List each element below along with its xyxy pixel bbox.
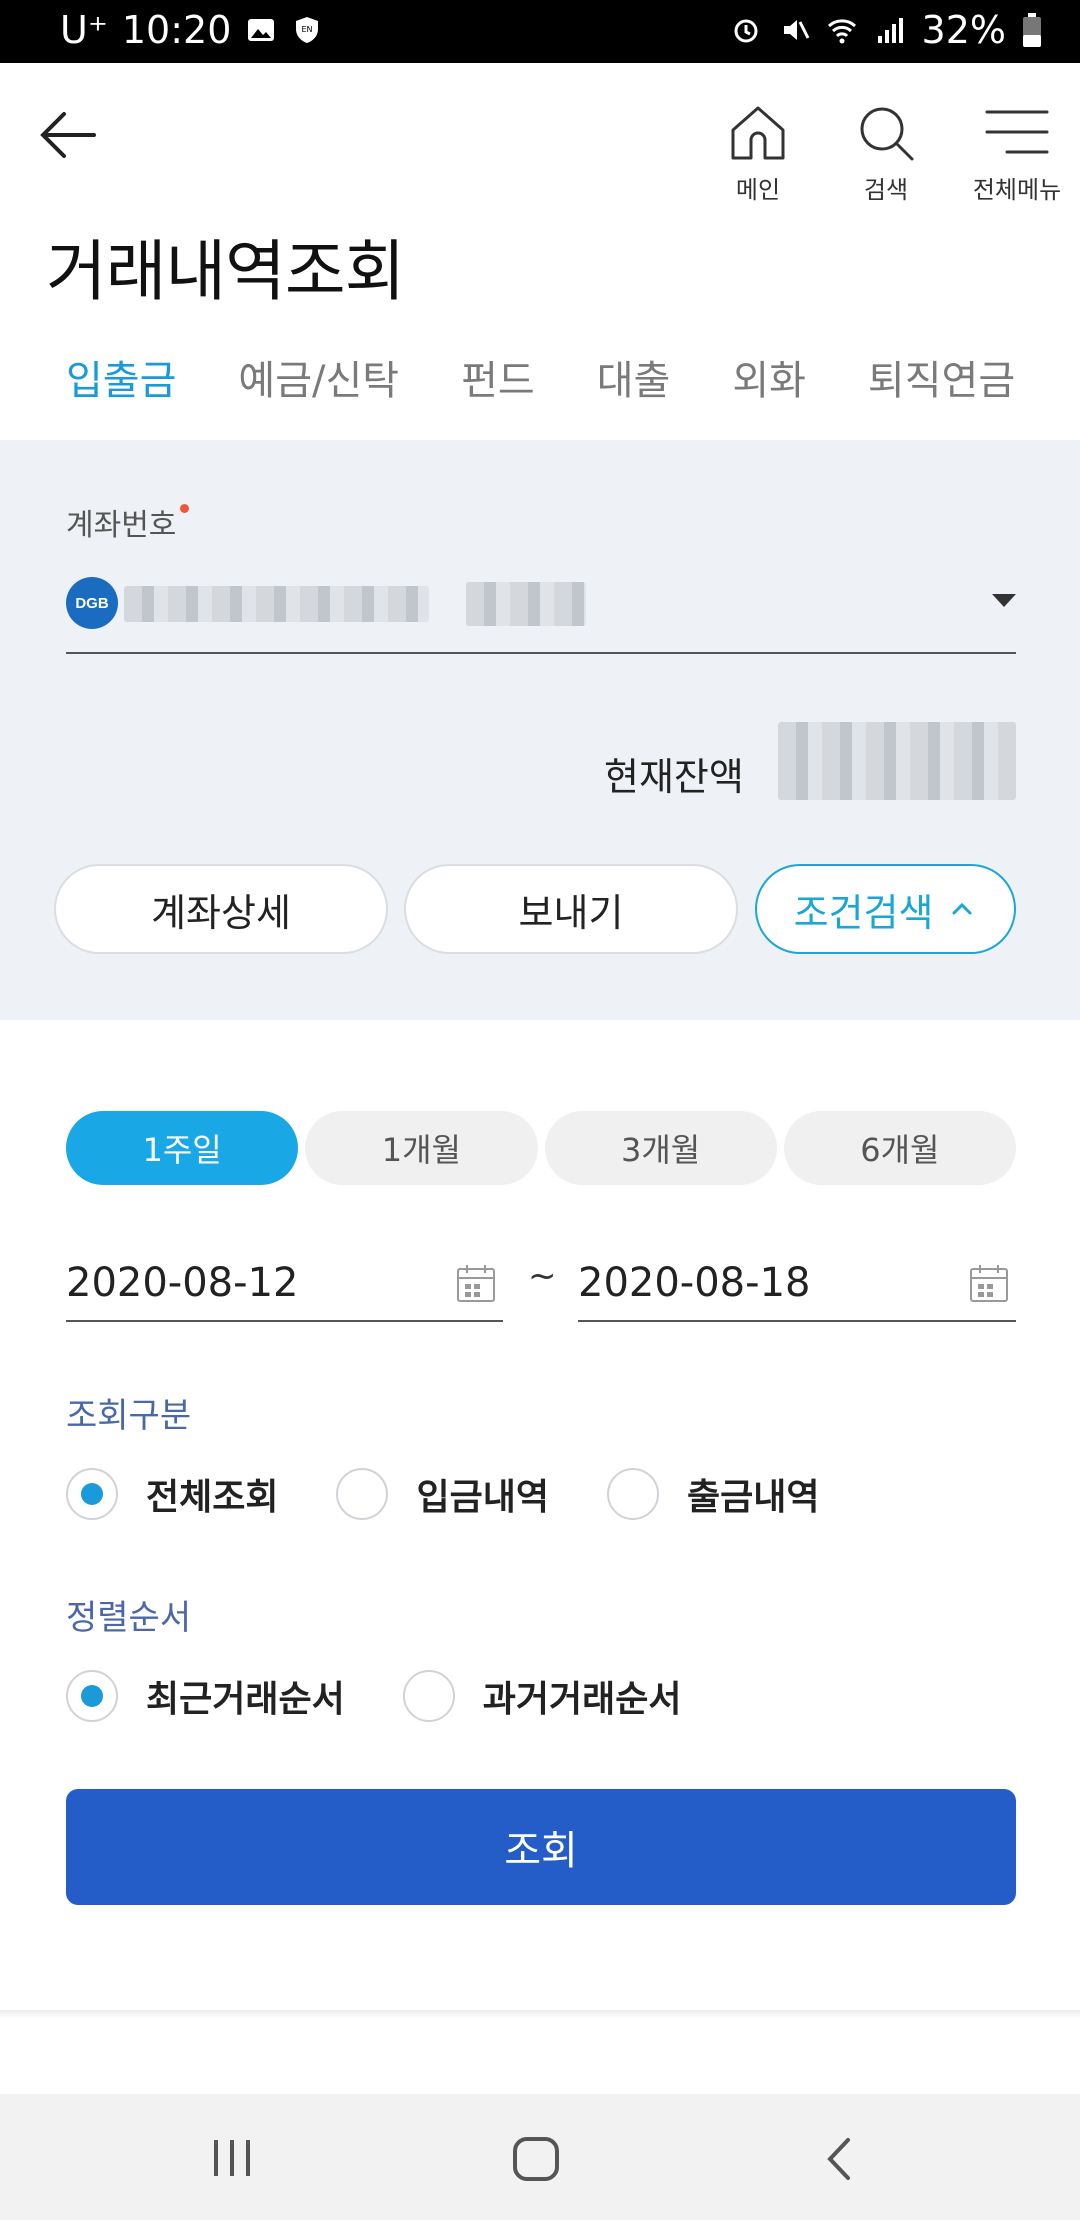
radio-newest-first-label: 최근거래순서 [146, 1679, 345, 1720]
recent-apps-icon[interactable] [210, 2138, 254, 2178]
battery-percent: 32% [921, 8, 1006, 52]
status-time: 10:20 [121, 8, 232, 52]
tab-foreign-currency[interactable]: 외화 [732, 348, 806, 406]
page-title: 거래내역조회 [46, 233, 405, 310]
vpn-shield-icon: EN [296, 17, 319, 43]
inquiry-submit-label: 조회 [504, 1828, 578, 1874]
mute-icon [783, 20, 809, 40]
period-selector: 1주일 1개월 3개월 6개월 [66, 1111, 1016, 1185]
radio-button[interactable] [402, 1670, 455, 1722]
account-number-label-text: 계좌번호 [66, 508, 177, 543]
all-menu-button[interactable]: 전체메뉴 [962, 102, 1072, 205]
carrier-label: U⁺ [60, 8, 108, 52]
period-1week[interactable]: 1주일 [66, 1111, 299, 1185]
status-bar: U⁺ 10:20 EN 32% [0, 0, 1080, 63]
arrow-left-icon [40, 112, 96, 158]
radio-all[interactable]: 전체조회 [66, 1468, 278, 1520]
radio-button[interactable] [336, 1468, 389, 1520]
period-6months[interactable]: 6개월 [783, 1111, 1016, 1185]
battery-icon [1023, 13, 1041, 47]
end-date-value: 2020-08-18 [578, 1260, 811, 1306]
radio-newest-first[interactable]: 최근거래순서 [66, 1670, 345, 1722]
chevron-up-icon [952, 902, 972, 915]
tab-savings-trust[interactable]: 예금/신탁 [238, 348, 399, 406]
svg-text:EN: EN [302, 25, 313, 34]
account-select[interactable]: DGB [66, 572, 1016, 654]
account-number-masked [124, 586, 429, 622]
radio-all-label: 전체조회 [146, 1477, 279, 1518]
current-balance-label: 현재잔액 [604, 755, 744, 799]
period-1month[interactable]: 1개월 [305, 1111, 538, 1185]
wifi-icon [827, 19, 856, 44]
filter-search-button[interactable]: 조건검색 [755, 864, 1016, 954]
back-button[interactable] [34, 100, 104, 174]
calendar-icon[interactable] [455, 1262, 497, 1304]
radio-oldest-first[interactable]: 과거거래순서 [402, 1670, 682, 1722]
start-date-value: 2020-08-12 [66, 1260, 299, 1306]
dropdown-arrow-icon [992, 594, 1016, 607]
inquiry-submit-button[interactable]: 조회 [66, 1789, 1016, 1905]
system-nav-bar [0, 2094, 1080, 2220]
bank-logo: DGB [66, 577, 118, 629]
period-3months[interactable]: 3개월 [544, 1111, 777, 1185]
tab-fund[interactable]: 펀드 [461, 348, 535, 406]
home-label: 메인 [735, 176, 781, 204]
date-separator: ~ [528, 1256, 557, 1296]
inquiry-type-label: 조회구분 [66, 1396, 192, 1436]
hamburger-menu-icon [985, 110, 1049, 154]
home-button[interactable]: 메인 [720, 102, 796, 205]
sort-order-group: 최근거래순서 과거거래순서 [66, 1670, 739, 1722]
required-dot-icon [180, 504, 190, 513]
back-nav-icon[interactable] [822, 2136, 856, 2182]
home-nav-icon[interactable] [512, 2136, 560, 2182]
account-detail-button[interactable]: 계좌상세 [54, 864, 388, 954]
account-number-label: 계좌번호 [66, 500, 190, 544]
radio-button[interactable] [66, 1670, 118, 1722]
search-button[interactable]: 검색 [848, 102, 924, 205]
radio-oldest-first-label: 과거거래순서 [482, 1679, 682, 1720]
radio-button[interactable] [606, 1468, 659, 1520]
search-label: 검색 [863, 176, 909, 204]
signal-icon [877, 18, 903, 43]
tab-retirement-pension[interactable]: 퇴직연금 [868, 348, 1015, 406]
calendar-icon[interactable] [968, 1262, 1010, 1304]
filter-search-label: 조건검색 [793, 890, 934, 935]
tab-bar: 입출금 예금/신탁 펀드 대출 외화 퇴직연금 [66, 348, 1077, 406]
send-label: 보내기 [518, 890, 624, 935]
sort-order-label: 정렬순서 [66, 1598, 192, 1638]
radio-deposits-label: 입금내역 [416, 1477, 549, 1518]
current-balance-masked [778, 722, 1016, 800]
send-button[interactable]: 보내기 [404, 864, 738, 954]
home-icon [731, 106, 785, 160]
search-icon [860, 107, 914, 161]
account-detail-label: 계좌상세 [151, 890, 291, 935]
radio-withdrawals-label: 출금내역 [686, 1477, 820, 1518]
alarm-icon [734, 19, 758, 43]
section-divider [0, 2010, 1080, 2018]
inquiry-type-group: 전체조회 입금내역 출금내역 [66, 1468, 877, 1520]
tab-loan[interactable]: 대출 [597, 348, 671, 406]
radio-deposits[interactable]: 입금내역 [336, 1468, 549, 1520]
menu-label: 전체메뉴 [972, 176, 1062, 204]
radio-withdrawals[interactable]: 출금내역 [606, 1468, 820, 1520]
end-date-field[interactable]: 2020-08-18 [578, 1242, 1016, 1322]
image-icon [248, 19, 275, 41]
radio-button[interactable] [66, 1468, 118, 1520]
tab-deposit-withdrawal[interactable]: 입출금 [66, 348, 176, 406]
start-date-field[interactable]: 2020-08-12 [66, 1242, 503, 1322]
account-name-masked [466, 582, 586, 626]
